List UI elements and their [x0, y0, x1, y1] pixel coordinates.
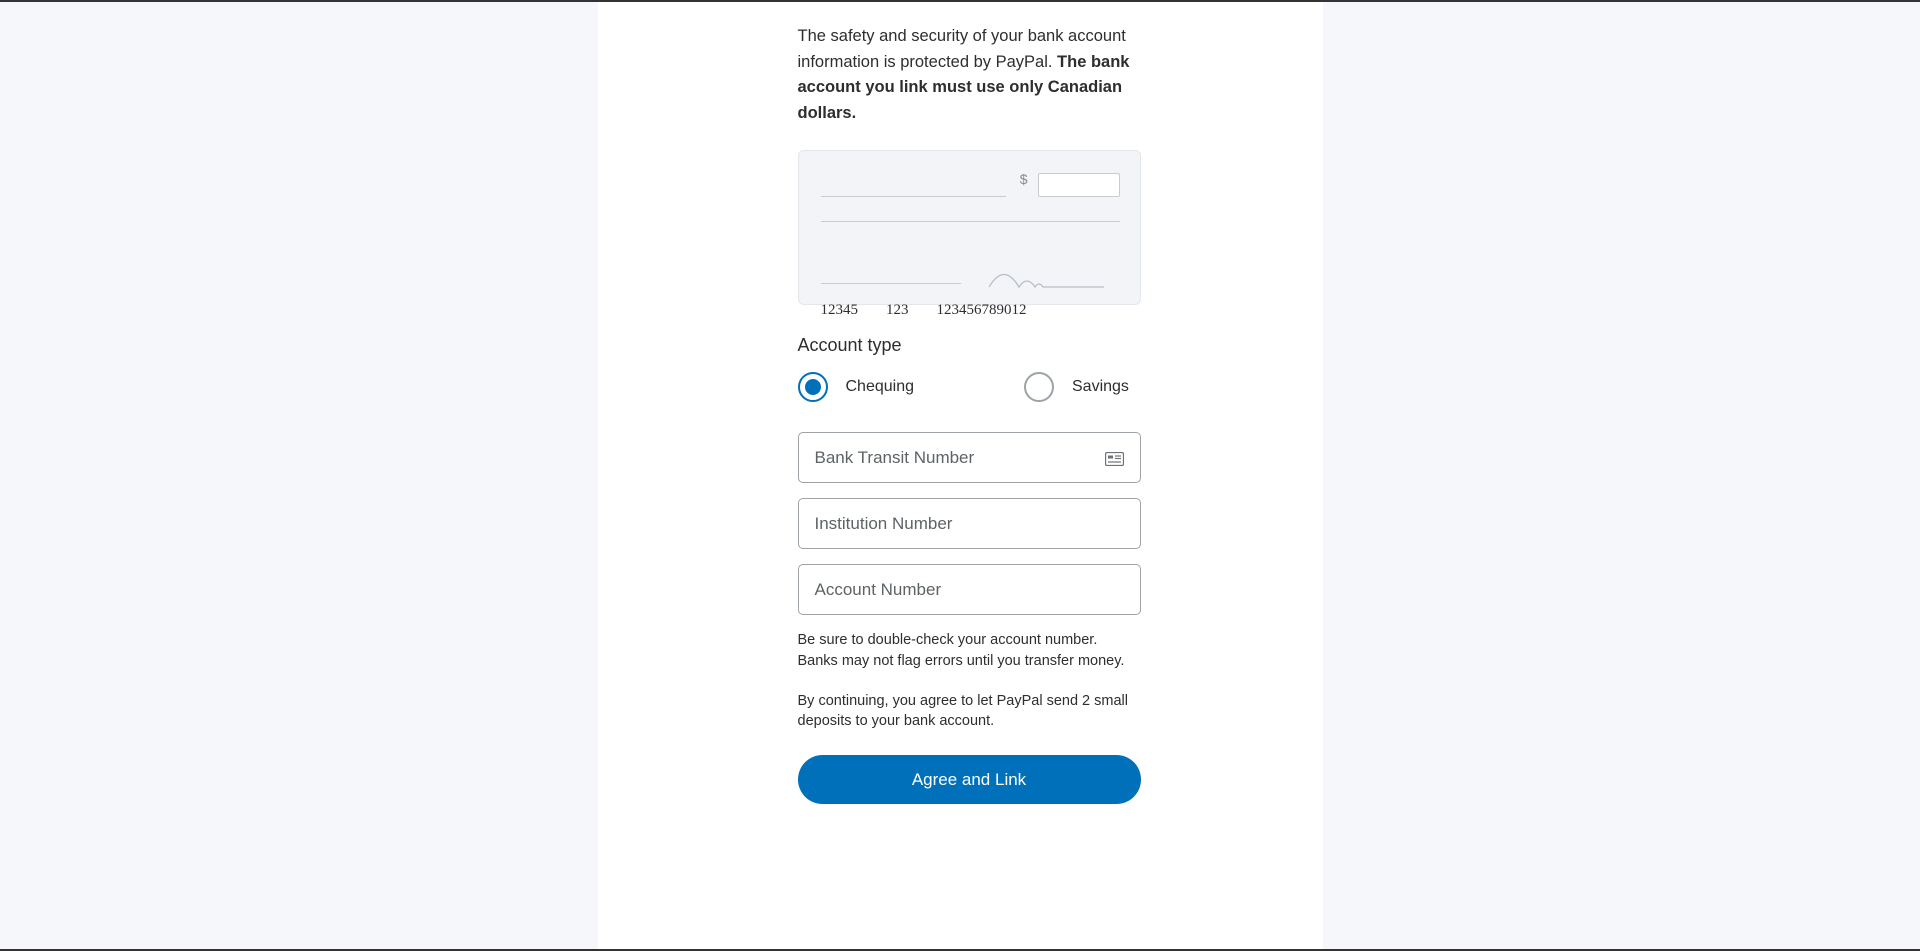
cheque-transit-example: 12345	[821, 302, 859, 319]
radio-selected-icon	[798, 372, 828, 402]
cheque-bottom-row	[821, 262, 1120, 284]
agree-link-button[interactable]: Agree and Link	[798, 755, 1141, 804]
security-notice: The safety and security of your bank acc…	[798, 24, 1153, 126]
savings-label: Savings	[1072, 378, 1129, 396]
cheque-amount-box	[1038, 173, 1120, 197]
cheque-numbers: 12345 123 123456789012	[821, 302, 1120, 319]
cheque-top-row: $	[821, 173, 1120, 197]
cheque-illustration: $ 12345 123 123456789012	[798, 150, 1141, 305]
cheque-memo-line	[821, 221, 1120, 222]
signature-icon	[979, 262, 1120, 284]
cheque-sign-line	[821, 266, 961, 284]
account-placeholder: Account Number	[815, 580, 942, 600]
bank-transit-input[interactable]: Bank Transit Number	[798, 432, 1141, 483]
cheque-institution-example: 123	[886, 302, 909, 319]
account-type-radio-group: Chequing Savings	[798, 372, 1153, 402]
savings-radio[interactable]: Savings	[1024, 372, 1129, 402]
transit-placeholder: Bank Transit Number	[815, 448, 975, 468]
account-type-label: Account type	[798, 335, 1153, 356]
helper-text: Be sure to double-check your account num…	[798, 630, 1141, 671]
card-icon	[1105, 451, 1124, 465]
dollar-sign: $	[1020, 171, 1028, 187]
cheque-payee-line	[821, 181, 1006, 197]
cheque-account-example: 123456789012	[937, 302, 1027, 319]
agreement-text: By continuing, you agree to let PayPal s…	[798, 691, 1141, 732]
chequing-radio[interactable]: Chequing	[798, 372, 915, 402]
main-panel: The safety and security of your bank acc…	[598, 2, 1323, 949]
chequing-label: Chequing	[846, 378, 915, 396]
radio-unselected-icon	[1024, 372, 1054, 402]
institution-placeholder: Institution Number	[815, 514, 953, 534]
account-number-input[interactable]: Account Number	[798, 564, 1141, 615]
institution-number-input[interactable]: Institution Number	[798, 498, 1141, 549]
